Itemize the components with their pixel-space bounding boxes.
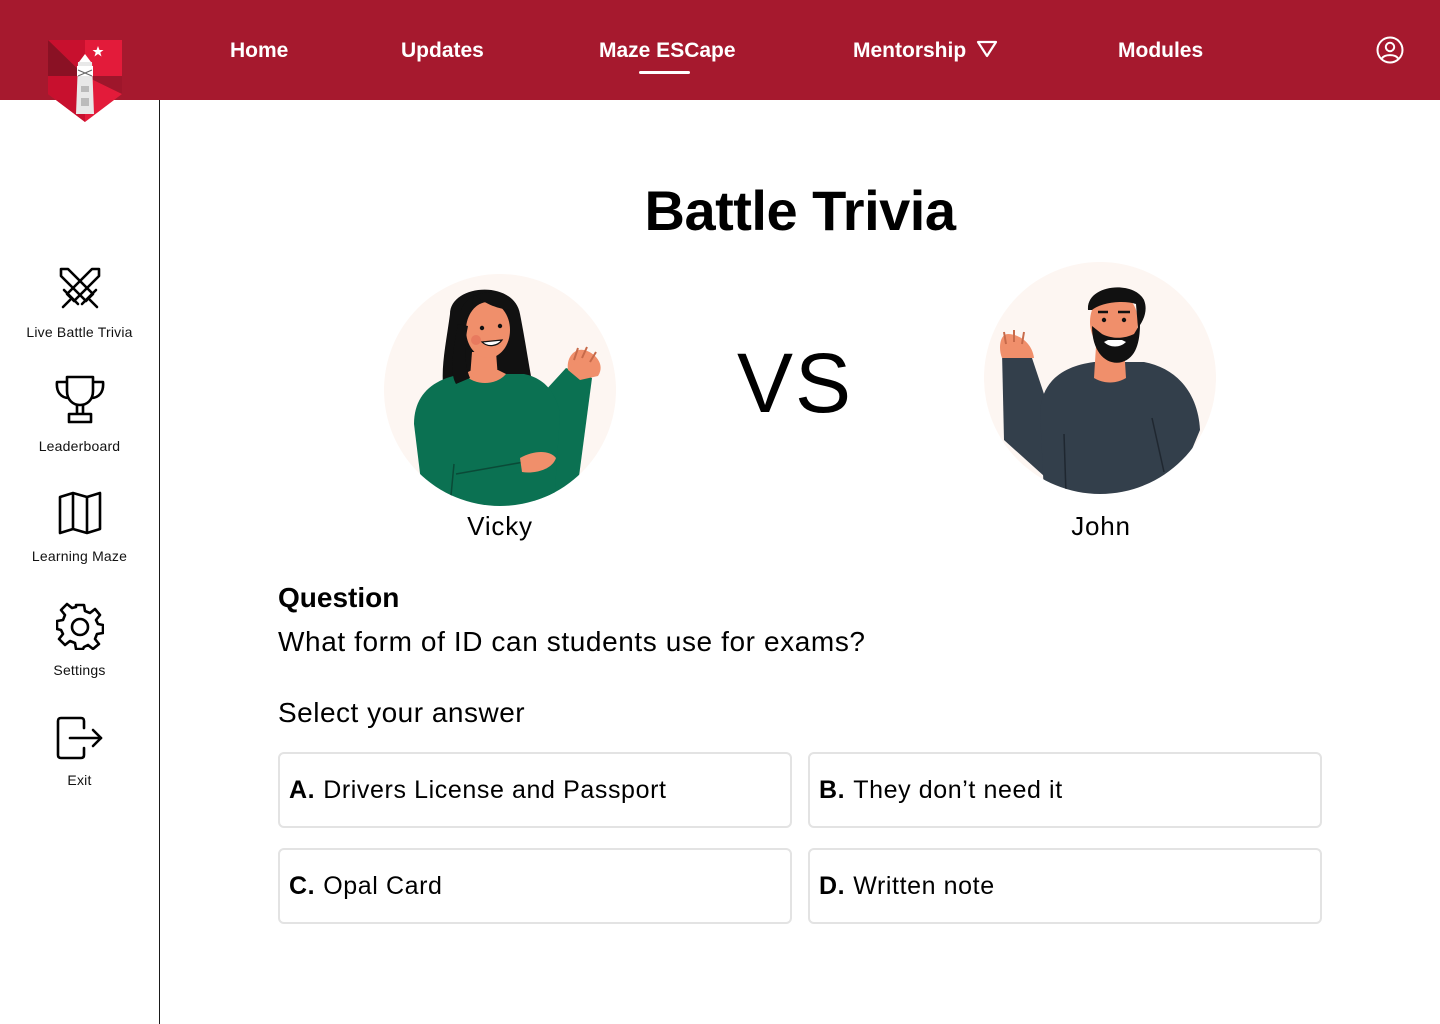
sidebar-item-label: Exit <box>67 772 92 788</box>
sidebar-item-label: Leaderboard <box>38 438 121 454</box>
answer-option-d[interactable]: D. Written note <box>808 848 1322 924</box>
sidebar-item-label: Settings <box>53 662 106 678</box>
top-navigation-bar: Home Updates Maze ESCape Mentorship Modu… <box>0 0 1440 100</box>
sidebar: Live Battle Trivia Leaderboard Learning … <box>0 100 160 1024</box>
option-text: Written note <box>853 872 995 900</box>
option-letter: D. <box>819 872 846 900</box>
player-one-name: Vicky <box>467 511 533 541</box>
man-waving-illustration <box>1000 287 1200 494</box>
sidebar-item-exit[interactable]: Exit <box>0 716 159 788</box>
woman-waving-illustration <box>414 289 601 506</box>
gear-icon <box>55 602 104 650</box>
nav-mentorship[interactable]: Mentorship <box>853 36 998 66</box>
answer-option-a[interactable]: A. Drivers License and Passport <box>278 752 792 828</box>
option-text: They don’t need it <box>853 776 1063 804</box>
sidebar-item-label: Learning Maze <box>31 548 128 564</box>
sidebar-item-settings[interactable]: Settings <box>0 602 159 678</box>
nav-maze-escape-label: Maze ESCape <box>599 39 736 62</box>
sidebar-item-label: Live Battle Trivia <box>26 324 133 340</box>
option-letter: B. <box>819 776 846 804</box>
option-letter: A. <box>289 776 316 804</box>
answer-prompt: Select your answer <box>278 697 526 728</box>
sidebar-item-leaderboard[interactable]: Leaderboard <box>0 374 159 454</box>
option-text: Drivers License and Passport <box>323 776 667 804</box>
player-two-name: John <box>1071 511 1131 541</box>
exit-icon <box>56 716 102 760</box>
player-two-avatar <box>984 262 1216 494</box>
user-profile-icon[interactable] <box>1376 36 1404 64</box>
option-text: Opal Card <box>323 872 443 900</box>
page-title: Battle Trivia <box>644 179 956 242</box>
sidebar-item-live-battle-trivia[interactable]: Live Battle Trivia <box>0 264 159 340</box>
nav-updates[interactable]: Updates <box>401 36 484 66</box>
player-one-avatar <box>384 274 616 506</box>
answer-option-c[interactable]: C. Opal Card <box>278 848 792 924</box>
map-icon <box>58 491 101 535</box>
question-heading: Question <box>278 582 400 613</box>
nav-mentorship-label: Mentorship <box>853 39 967 62</box>
trophy-icon <box>55 375 104 424</box>
nav-maze-escape[interactable]: Maze ESCape <box>599 36 736 74</box>
nav-modules[interactable]: Modules <box>1118 36 1203 66</box>
question-text: What form of ID can students use for exa… <box>278 626 866 657</box>
sidebar-item-learning-maze[interactable]: Learning Maze <box>0 490 159 564</box>
option-letter: C. <box>289 872 316 900</box>
chevron-down-icon <box>977 40 998 58</box>
university-logo[interactable] <box>48 36 122 124</box>
nav-home[interactable]: Home <box>230 36 288 66</box>
answer-option-b[interactable]: B. They don’t need it <box>808 752 1322 828</box>
versus-label: VS <box>736 336 854 430</box>
crossed-swords-icon <box>59 267 100 309</box>
